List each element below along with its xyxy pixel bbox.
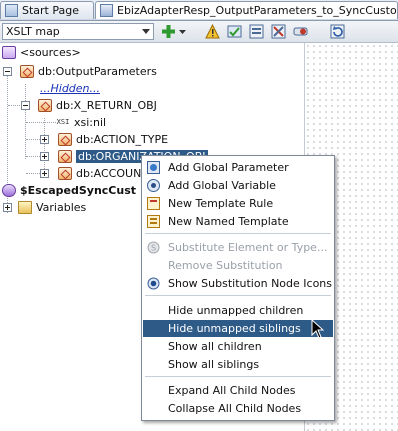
tree-node-account[interactable]: db:ACCOUNT xyxy=(58,165,148,182)
tab-start-page-label: Start Page xyxy=(22,4,79,17)
context-menu: Add Global Parameter Add Global Variable… xyxy=(141,155,335,421)
collapse-toggle[interactable] xyxy=(21,101,30,110)
tree-node-label: db:X_RETURN_OBJ xyxy=(56,99,157,112)
menu-item-add-global-parameter[interactable]: Add Global Parameter xyxy=(143,159,333,176)
substitute-icon: S xyxy=(147,241,160,254)
menu-separator xyxy=(145,376,331,377)
radio-selected-icon xyxy=(147,277,160,290)
global-parameter-icon xyxy=(147,161,160,174)
tree-node-action-type[interactable]: db:ACTION_TYPE xyxy=(58,131,168,148)
menu-item-show-substitution-icons[interactable]: Show Substitution Node Icons xyxy=(143,275,333,292)
collapse-toggle[interactable] xyxy=(3,67,12,76)
menu-item-label: New Template Rule xyxy=(168,197,274,210)
hidden-nodes-link[interactable]: ...Hidden... xyxy=(40,80,100,97)
menu-item-remove-substitution[interactable]: Remove Substitution xyxy=(143,257,333,274)
global-variable-icon xyxy=(147,179,160,192)
toggle-icon[interactable] xyxy=(293,24,308,39)
tree-node-x-return-obj[interactable]: db:X_RETURN_OBJ xyxy=(38,97,157,114)
tab-xsl-map[interactable]: EbizAdapterResp_OutputParameters_to_Sync… xyxy=(95,1,398,19)
refresh-icon[interactable] xyxy=(330,24,345,39)
validate-icon[interactable] xyxy=(227,24,242,39)
tab-start-page[interactable]: Start Page xyxy=(0,1,94,19)
add-icon[interactable] xyxy=(161,24,176,39)
menu-item-show-all-siblings[interactable]: Show all siblings xyxy=(143,356,333,373)
element-icon xyxy=(38,99,52,112)
menu-item-label: Hide unmapped siblings xyxy=(168,322,301,335)
folder-icon xyxy=(18,201,32,214)
menu-item-hide-unmapped-siblings[interactable]: Hide unmapped siblings xyxy=(143,320,333,337)
tree-node-label: db:ACTION_TYPE xyxy=(76,133,169,146)
map-type-select[interactable]: XSLT map xyxy=(2,23,154,40)
mouse-cursor-icon xyxy=(311,319,324,339)
xsl-file-icon xyxy=(100,4,113,17)
tree-node-label: db:ACCOUNT xyxy=(76,167,149,180)
tree-root-label: <sources> xyxy=(20,46,81,59)
menu-separator xyxy=(145,295,331,296)
menu-separator xyxy=(145,233,331,234)
menu-item-collapse-all[interactable]: Collapse All Child Nodes xyxy=(143,400,333,417)
element-icon xyxy=(58,167,72,180)
menu-item-label: Show Substitution Node Icons xyxy=(168,277,332,290)
svg-text:S: S xyxy=(151,244,156,253)
menu-item-label: Collapse All Child Nodes xyxy=(168,402,302,415)
tree-node-xsi-nil[interactable]: XSI xsi:nil xyxy=(56,114,106,131)
menu-item-label: Hide unmapped children xyxy=(168,304,304,317)
menu-item-label: Add Global Parameter xyxy=(168,161,289,174)
menu-item-label: Show all siblings xyxy=(168,358,260,371)
chevron-down-icon xyxy=(142,29,150,34)
menu-item-new-template-rule[interactable]: New Template Rule xyxy=(143,195,333,212)
expand-toggle[interactable] xyxy=(40,135,49,144)
tree-node-label: xsi:nil xyxy=(74,116,107,129)
tree-node-escaped-sync[interactable]: $EscapedSyncCust xyxy=(2,182,136,199)
tree-node-label: $EscapedSyncCust xyxy=(20,184,137,197)
dropdown-arrow-icon[interactable] xyxy=(178,24,187,39)
sources-icon xyxy=(2,46,16,59)
menu-item-show-all-children[interactable]: Show all children xyxy=(143,338,333,355)
hidden-nodes-link-label: ...Hidden... xyxy=(40,82,101,95)
tree-guide-line xyxy=(26,139,40,140)
element-icon xyxy=(58,133,72,146)
named-template-icon xyxy=(147,215,160,228)
tree-guide-line xyxy=(26,173,40,174)
tab-xsl-map-label: EbizAdapterResp_OutputParameters_to_Sync… xyxy=(117,4,398,17)
tree-node-label: db:OutputParameters xyxy=(38,65,157,78)
tree-node-label: Variables xyxy=(36,201,87,214)
tree-node-output-parameters[interactable]: db:OutputParameters xyxy=(20,63,157,80)
menu-item-hide-unmapped-children[interactable]: Hide unmapped children xyxy=(143,302,333,319)
menu-item-substitute-element[interactable]: S Substitute Element or Type... xyxy=(143,239,333,256)
parameter-icon xyxy=(2,184,16,197)
tree-root-sources[interactable]: <sources> xyxy=(2,44,81,61)
attribute-icon: XSI xyxy=(56,118,70,126)
menu-item-label: Substitute Element or Type... xyxy=(168,241,328,254)
tree-guide-line xyxy=(8,105,22,106)
warning-icon[interactable] xyxy=(205,24,220,39)
menu-item-label: Show all children xyxy=(168,340,262,353)
menu-item-add-global-variable[interactable]: Add Global Variable xyxy=(143,177,333,194)
expand-toggle[interactable] xyxy=(3,203,12,212)
menu-item-new-named-template[interactable]: New Named Template xyxy=(143,213,333,230)
start-page-icon xyxy=(5,4,18,17)
mapper-toolbar: XSLT map xyxy=(0,21,398,43)
element-icon xyxy=(20,65,34,78)
tree-node-variables[interactable]: Variables xyxy=(18,199,86,216)
menu-item-expand-all[interactable]: Expand All Child Nodes xyxy=(143,382,333,399)
tree-guide-line xyxy=(26,122,56,123)
map-type-select-value: XSLT map xyxy=(6,25,60,38)
xslt-icon[interactable] xyxy=(271,24,286,39)
menu-item-label: Add Global Variable xyxy=(168,179,276,192)
menu-item-label: New Named Template xyxy=(168,215,289,228)
template-rule-icon xyxy=(147,197,160,210)
expand-toggle[interactable] xyxy=(40,152,49,161)
test-icon[interactable] xyxy=(249,24,264,39)
tree-guide-line xyxy=(26,156,40,157)
editor-tab-bar: Start Page EbizAdapterResp_OutputParamet… xyxy=(0,0,398,21)
element-icon xyxy=(58,150,72,163)
menu-item-label: Remove Substitution xyxy=(168,259,283,272)
menu-item-label: Expand All Child Nodes xyxy=(168,384,296,397)
expand-toggle[interactable] xyxy=(40,169,49,178)
tree-guide-line xyxy=(44,118,45,175)
